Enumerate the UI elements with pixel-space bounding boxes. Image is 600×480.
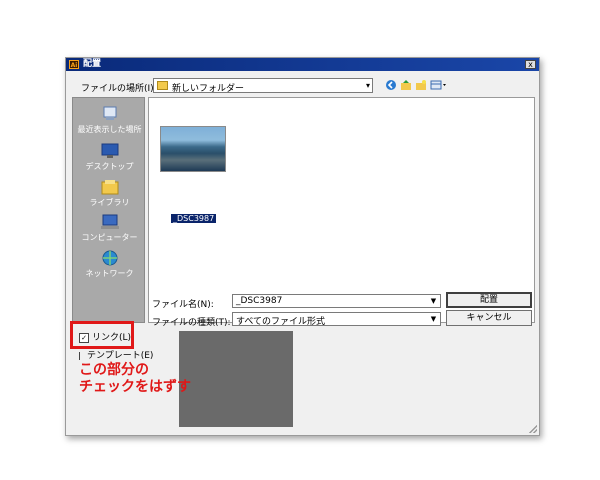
chevron-down-icon[interactable]: ▼ (428, 296, 439, 306)
new-folder-icon[interactable] (415, 79, 427, 91)
filetype-value: すべてのファイル形式 (236, 317, 326, 327)
place-button[interactable]: 配置 (446, 292, 532, 308)
places-bar: 最近表示した場所 デスクトップ ライブラリ コンピューター ネットワーク (72, 97, 145, 323)
chevron-down-icon[interactable]: ▾ (366, 81, 370, 90)
resize-grip[interactable] (529, 425, 537, 433)
illustrator-app-icon: Ai (69, 60, 79, 69)
network-icon (102, 250, 117, 266)
filename-value: _DSC3987 (236, 296, 283, 306)
file-list[interactable]: _DSC3987 (148, 97, 535, 323)
recent-places-icon (103, 106, 116, 120)
filename-input[interactable]: _DSC3987 ▼ (232, 294, 441, 308)
place-label: ネットワーク (85, 269, 134, 278)
lookin-dropdown[interactable]: 新しいフォルダー ▾ (153, 78, 373, 94)
place-label: ライブラリ (89, 198, 130, 207)
views-menu-icon[interactable] (430, 79, 448, 91)
filetype-label: ファイルの種類(T): (152, 318, 231, 328)
file-name-label[interactable]: _DSC3987 (171, 214, 217, 223)
chevron-down-icon[interactable]: ▼ (428, 314, 439, 324)
folder-icon (157, 81, 168, 90)
lookin-value: 新しいフォルダー (172, 84, 245, 94)
link-label: リンク(L) (92, 333, 132, 343)
place-label: デスクトップ (85, 162, 134, 171)
file-thumbnail[interactable] (160, 126, 226, 172)
title-bar: Ai 配置 x (66, 58, 539, 71)
place-computer[interactable]: コンピューター (73, 214, 146, 243)
template-checkbox[interactable] (79, 351, 84, 360)
annotation-line-2: チェックをはずす (79, 379, 191, 395)
template-label: テンプレート(E) (87, 351, 154, 361)
lookin-label: ファイルの場所(I): (81, 84, 157, 94)
place-desktop[interactable]: デスクトップ (73, 143, 146, 172)
place-library[interactable]: ライブラリ (73, 179, 146, 208)
computer-icon (100, 214, 119, 229)
filename-label: ファイル名(N): (152, 300, 214, 310)
preview-pane (179, 331, 293, 427)
library-icon (101, 180, 118, 195)
template-option[interactable]: テンプレート(E) (79, 348, 153, 361)
up-folder-icon[interactable] (400, 79, 412, 91)
link-option[interactable]: ✓ リンク(L) (79, 330, 131, 343)
link-checkbox[interactable]: ✓ (79, 332, 89, 343)
cancel-button[interactable]: キャンセル (446, 310, 532, 326)
annotation-text: この部分の チェックをはずす (79, 362, 191, 396)
window-title: 配置 (83, 59, 102, 69)
desktop-icon (101, 143, 118, 158)
place-label: 最近表示した場所 (77, 125, 142, 134)
place-recent[interactable]: 最近表示した場所 (73, 106, 146, 135)
place-network[interactable]: ネットワーク (73, 250, 146, 279)
place-label: コンピューター (81, 233, 138, 242)
back-icon[interactable] (385, 79, 397, 91)
close-button[interactable]: x (525, 60, 536, 69)
filetype-select[interactable]: すべてのファイル形式 ▼ (232, 312, 441, 327)
annotation-line-1: この部分の (79, 362, 149, 378)
